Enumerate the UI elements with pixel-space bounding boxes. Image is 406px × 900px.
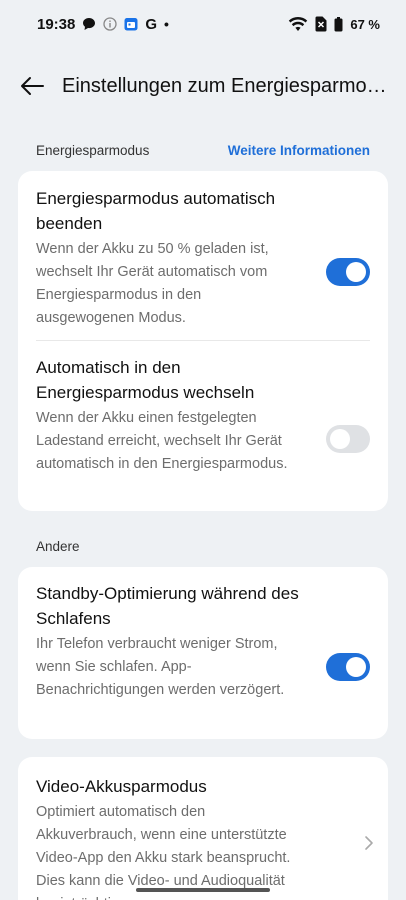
auto-enter-toggle[interactable] bbox=[326, 425, 370, 453]
home-indicator[interactable] bbox=[136, 888, 270, 892]
toggle-knob bbox=[346, 262, 366, 282]
calendar-icon bbox=[124, 17, 138, 31]
status-bar: 19:38 G • 67 % bbox=[0, 0, 406, 48]
divider bbox=[36, 340, 370, 341]
auto-exit-toggle[interactable] bbox=[326, 258, 370, 286]
status-left: 19:38 G • bbox=[37, 16, 169, 33]
standby-toggle[interactable] bbox=[326, 653, 370, 681]
auto-exit-description: Wenn der Akku zu 50 % geladen ist, wechs… bbox=[36, 241, 269, 326]
more-info-link[interactable]: Weitere Informationen bbox=[228, 143, 370, 158]
standby-title: Standby-Optimierung während des Schlafen… bbox=[36, 584, 299, 628]
auto-exit-title: Energiesparmodus automatisch beenden bbox=[36, 189, 276, 233]
video-description: Optimiert automatisch den Akkuverbrauch,… bbox=[36, 804, 291, 900]
energy-settings-card: Energiesparmodus automatisch beenden Wen… bbox=[18, 171, 388, 511]
status-right: 67 % bbox=[288, 16, 380, 32]
standby-row[interactable]: Standby-Optimierung während des Schlafen… bbox=[36, 581, 370, 702]
wifi-icon bbox=[288, 16, 308, 32]
video-card: Video-Akkusparmodus Optimiert automatisc… bbox=[18, 757, 388, 900]
auto-enter-description: Wenn der Akku einen festgelegten Ladesta… bbox=[36, 410, 288, 472]
battery-icon bbox=[334, 16, 343, 32]
section-header-energy: Energiesparmodus Weitere Informationen bbox=[36, 143, 370, 158]
battery-percent: 67 % bbox=[350, 16, 380, 32]
chat-bubble-icon bbox=[82, 17, 96, 31]
auto-exit-row[interactable]: Energiesparmodus automatisch beenden Wen… bbox=[36, 186, 370, 330]
section-header-other: Andere bbox=[36, 539, 370, 554]
chevron-right-icon bbox=[365, 836, 373, 850]
no-sim-icon bbox=[315, 16, 327, 32]
video-row[interactable]: Video-Akkusparmodus Optimiert automatisc… bbox=[36, 774, 370, 900]
auto-enter-title: Automatisch in den Energiesparmodus wech… bbox=[36, 358, 255, 402]
toggle-knob bbox=[346, 657, 366, 677]
standby-description: Ihr Telefon verbraucht weniger Strom, we… bbox=[36, 636, 285, 698]
section-label-energy: Energiesparmodus bbox=[36, 143, 150, 158]
section-label-other: Andere bbox=[36, 539, 80, 554]
auto-enter-row[interactable]: Automatisch in den Energiesparmodus wech… bbox=[36, 355, 370, 476]
toggle-knob bbox=[330, 429, 350, 449]
status-time: 19:38 bbox=[37, 15, 76, 33]
app-bar: Einstellungen zum Energiesparmodus bbox=[0, 60, 406, 112]
video-title: Video-Akkusparmodus bbox=[36, 777, 207, 796]
back-arrow-icon bbox=[21, 77, 44, 95]
info-icon bbox=[103, 17, 118, 31]
google-g-icon: G bbox=[145, 15, 158, 33]
dot-icon: • bbox=[164, 16, 169, 32]
back-button[interactable] bbox=[2, 60, 62, 112]
standby-card: Standby-Optimierung während des Schlafen… bbox=[18, 567, 388, 739]
page-title: Einstellungen zum Energiesparmodus bbox=[62, 74, 392, 97]
